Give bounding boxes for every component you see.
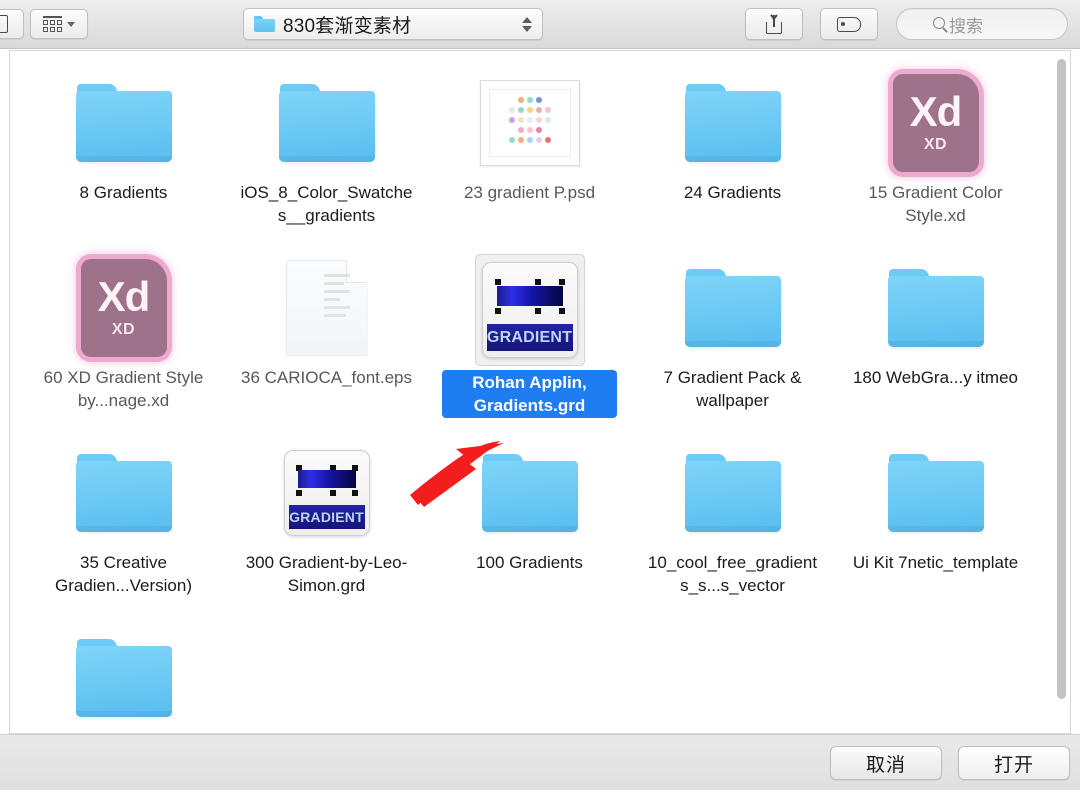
file-icon[interactable]: Xd XD	[74, 254, 174, 362]
file-item[interactable]: 24 Gradients	[631, 59, 834, 244]
gradient-grd-file-icon: GRADIENT	[481, 262, 578, 358]
file-item[interactable]: 100 Gradients	[428, 429, 631, 614]
file-item[interactable]: GRADIENT Rohan Applin, Gradients.grd	[428, 244, 631, 429]
folder-icon	[684, 454, 781, 532]
adobe-xd-file-icon: Xd XD	[80, 259, 167, 357]
file-name-label: 180 WebGra...y itmeo	[852, 368, 1019, 387]
search-input[interactable]: 搜索	[896, 8, 1068, 40]
file-name-label: 8 Gradients	[79, 183, 168, 202]
eps-file-icon	[285, 260, 368, 356]
chevron-down-icon	[67, 21, 75, 27]
file-name-label: 23 gradient P.psd	[463, 183, 596, 202]
file-item[interactable]: GRADIENT 300 Gradient-by-Leo-Simon.grd	[225, 429, 428, 614]
file-icon[interactable]	[277, 254, 377, 362]
file-icon[interactable]: GRADIENT	[277, 439, 377, 547]
file-name-label: 36 CARIOCA_font.eps	[240, 368, 413, 387]
adobe-xd-file-icon: Xd XD	[892, 74, 979, 172]
file-icon[interactable]	[886, 439, 986, 547]
file-name-label: 35 Creative Gradien...Version)	[54, 553, 192, 595]
file-item[interactable]: 23 gradient P.psd	[428, 59, 631, 244]
folder-icon	[481, 454, 578, 532]
psd-thumbnail-icon	[479, 80, 580, 166]
file-item[interactable]: 35 Creative Gradien...Version)	[22, 429, 225, 614]
share-button[interactable]	[745, 8, 803, 40]
current-folder-label: 830套渐变素材	[283, 15, 412, 37]
dialog-footer: 取消 打开	[0, 734, 1080, 790]
file-icon[interactable]	[74, 69, 174, 177]
file-icon[interactable]	[480, 439, 580, 547]
view-mode-button[interactable]	[30, 9, 88, 39]
folder-icon	[254, 16, 275, 32]
file-item[interactable]: 8 Gradients	[22, 59, 225, 244]
file-name-label: 7 Gradient Pack & wallpaper	[663, 368, 802, 410]
file-item[interactable]: 10_cool_free_gradients_s...s_vector	[631, 429, 834, 614]
back-arrow-icon	[0, 15, 8, 33]
path-popup-button[interactable]: 830套渐变素材	[243, 8, 543, 40]
vertical-scrollbar[interactable]	[1056, 57, 1067, 725]
file-icon[interactable]	[74, 439, 174, 547]
file-grid: 8 Gradients iOS_8_Color_Swatches__gradien…	[10, 51, 1070, 733]
folder-icon	[75, 84, 172, 162]
file-item[interactable]: Ui Kit 7netic_template	[834, 429, 1037, 614]
file-icon[interactable]	[683, 254, 783, 362]
file-item[interactable]: Xd XD 60 XD Gradient Style by...nage.xd	[22, 244, 225, 429]
file-name-label: iOS_8_Color_Swatches__gradients	[240, 183, 413, 225]
cancel-button[interactable]: 取消	[830, 746, 942, 780]
file-item[interactable]: 7 Gradient Pack & wallpaper	[631, 244, 834, 429]
file-item[interactable]: 36 CARIOCA_font.eps	[225, 244, 428, 429]
open-button[interactable]: 打开	[958, 746, 1070, 780]
search-icon	[933, 17, 945, 29]
file-icon[interactable]	[479, 69, 580, 177]
folder-icon	[887, 269, 984, 347]
file-icon[interactable]: Xd XD	[886, 69, 986, 177]
file-name-label: 24 Gradients	[683, 183, 782, 202]
folder-icon	[75, 639, 172, 717]
file-icon[interactable]	[886, 254, 986, 362]
file-name-label: Ui Kit 7netic_template	[852, 553, 1019, 572]
toolbar: 830套渐变素材 搜索	[0, 0, 1080, 49]
gradient-grd-file-icon: GRADIENT	[283, 450, 370, 536]
file-icon[interactable]	[277, 69, 377, 177]
file-icon[interactable]: GRADIENT	[474, 254, 585, 366]
file-item[interactable]: iOS_8_Color_Swatches__gradients	[225, 59, 428, 244]
file-name-label: 60 XD Gradient Style by...nage.xd	[43, 368, 204, 410]
file-name-label: 10_cool_free_gradients_s...s_vector	[647, 553, 818, 595]
file-open-dialog: 830套渐变素材 搜索 8 Gradients iOS_8_Color_Swatc…	[0, 0, 1080, 790]
folder-icon	[684, 269, 781, 347]
folder-icon	[684, 84, 781, 162]
tag-icon	[837, 16, 861, 32]
folder-icon	[278, 84, 375, 162]
updown-stepper-icon[interactable]	[522, 16, 534, 32]
folder-icon	[75, 454, 172, 532]
file-name-label: 15 Gradient Color Style.xd	[868, 183, 1003, 225]
file-icon[interactable]	[683, 439, 783, 547]
scrollbar-thumb[interactable]	[1057, 59, 1066, 699]
file-item[interactable]	[22, 614, 225, 733]
file-name-label: 100 Gradients	[476, 553, 583, 572]
folder-icon	[887, 454, 984, 532]
share-icon	[766, 14, 782, 34]
file-item[interactable]: Xd XD 15 Gradient Color Style.xd	[834, 59, 1037, 244]
tag-button[interactable]	[820, 8, 878, 40]
file-name-label: Rohan Applin, Gradients.grd	[442, 370, 617, 418]
file-icon[interactable]	[74, 624, 174, 732]
icon-view-grid-icon	[43, 16, 62, 32]
back-button[interactable]	[0, 9, 24, 39]
file-list-view[interactable]: 8 Gradients iOS_8_Color_Swatches__gradien…	[9, 50, 1071, 734]
file-item[interactable]: 180 WebGra...y itmeo	[834, 244, 1037, 429]
file-icon[interactable]	[683, 69, 783, 177]
file-name-label: 300 Gradient-by-Leo-Simon.grd	[245, 553, 408, 595]
